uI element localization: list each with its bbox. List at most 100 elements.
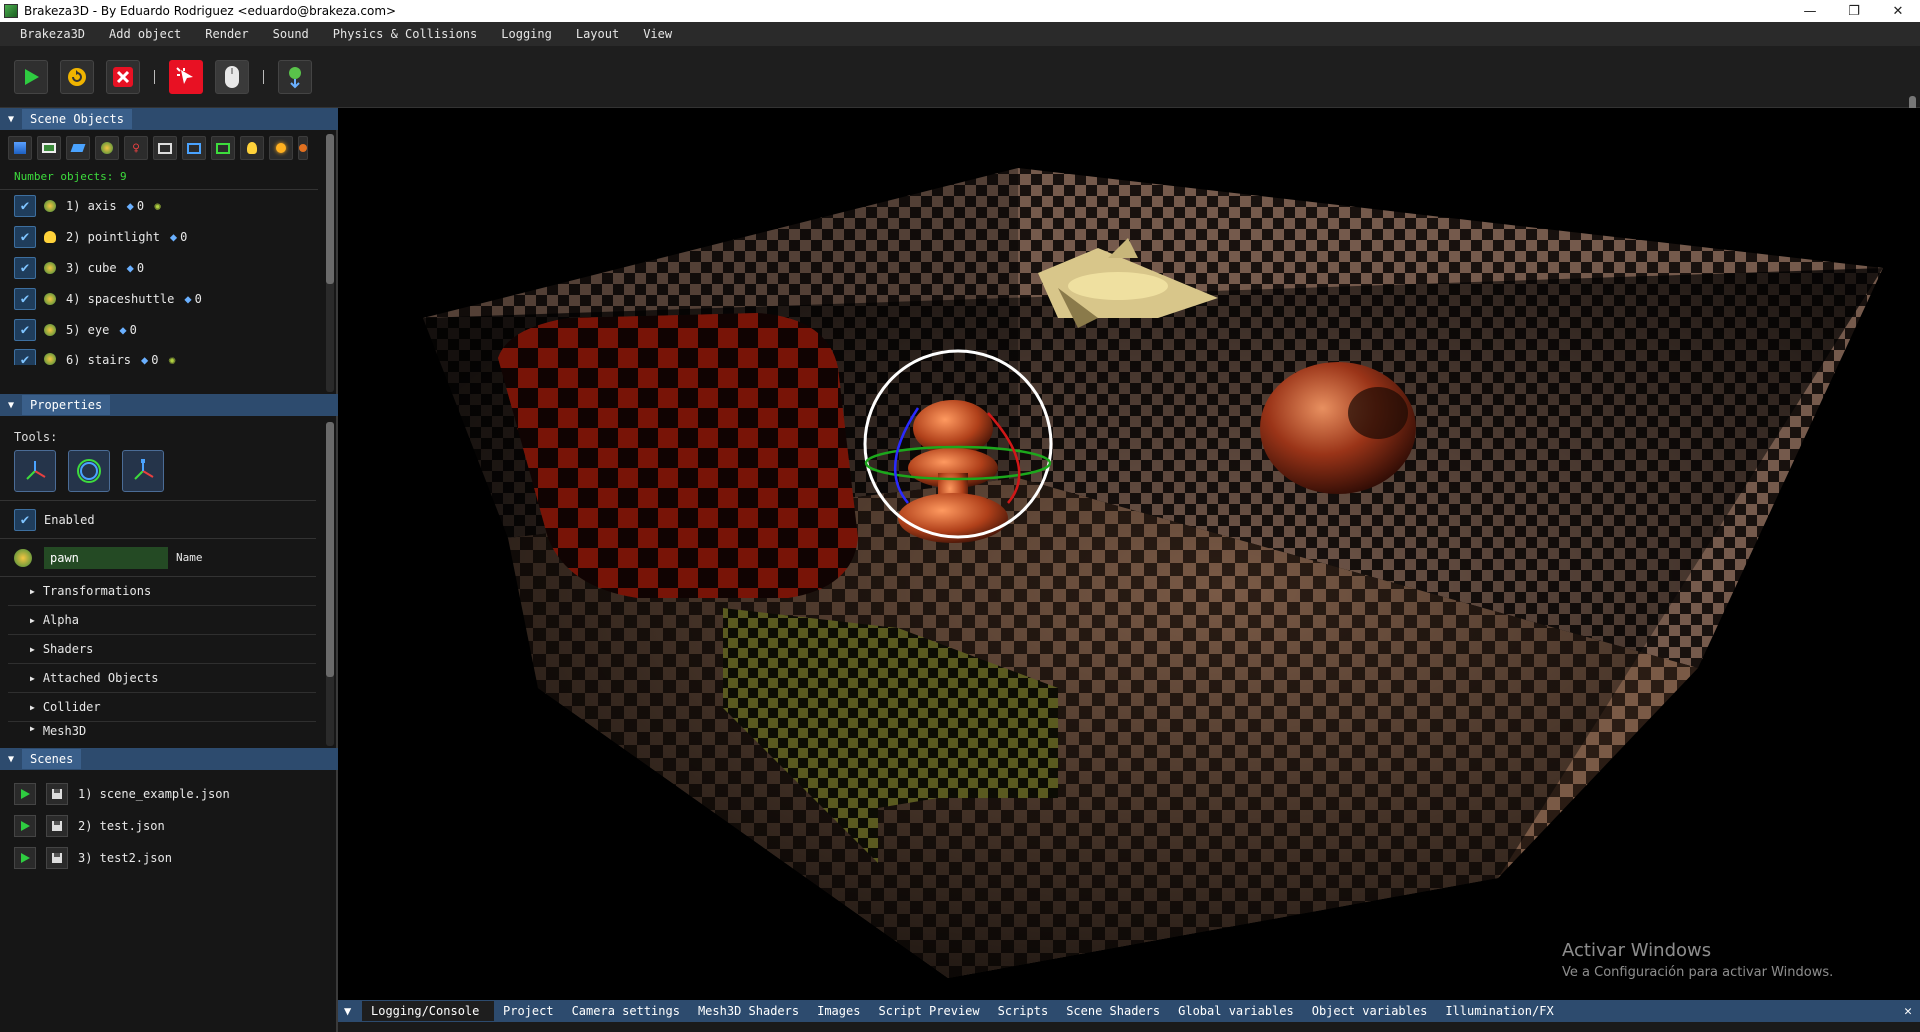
collapse-arrow-icon[interactable]: ▼: [0, 754, 22, 765]
list-item: 2) test.json: [0, 810, 338, 842]
enabled-checkbox[interactable]: ✔: [14, 508, 36, 531]
minimize-button[interactable]: —: [1788, 0, 1832, 22]
object3d-icon[interactable]: [95, 136, 119, 160]
tree-item-alpha[interactable]: ▶ Alpha: [8, 606, 316, 635]
tab-camera-settings[interactable]: Camera settings: [563, 1001, 689, 1021]
menu-physics-collisions[interactable]: Physics & Collisions: [321, 27, 490, 41]
lightbulb-icon[interactable]: [240, 136, 264, 160]
select-object-button[interactable]: [169, 59, 203, 94]
play-button[interactable]: [14, 59, 48, 94]
tab-properties[interactable]: Properties: [22, 395, 111, 415]
mesh-icon[interactable]: [8, 136, 32, 160]
script-icon: ◆: [169, 229, 178, 244]
stop-button[interactable]: [106, 59, 140, 94]
scrollbar-thumb[interactable]: [326, 134, 334, 284]
gravity-button[interactable]: [278, 59, 312, 94]
screen-icon[interactable]: [211, 136, 235, 160]
layer-icon[interactable]: [66, 136, 90, 160]
section-label: Attached Objects: [42, 671, 159, 685]
properties-scrollbar[interactable]: [326, 422, 334, 746]
more-icon[interactable]: [298, 136, 308, 160]
load-scene-button[interactable]: [14, 815, 36, 837]
mouse-look-button[interactable]: [215, 59, 249, 94]
visible-checkbox[interactable]: ✔: [14, 349, 36, 365]
collapse-arrow-icon[interactable]: ▼: [0, 400, 22, 411]
visible-checkbox[interactable]: ✔: [14, 318, 36, 341]
visible-checkbox[interactable]: ✔: [14, 256, 36, 279]
expand-arrow-icon: ▶: [30, 644, 35, 654]
properties-header: ▼ Properties: [0, 394, 338, 416]
load-scene-button[interactable]: [14, 847, 36, 869]
tab-script-preview[interactable]: Script Preview: [869, 1001, 988, 1021]
tab-scene-objects[interactable]: Scene Objects: [22, 109, 132, 129]
window-icon[interactable]: [153, 136, 177, 160]
tab-mesh3d-shaders[interactable]: Mesh3D Shaders: [689, 1001, 808, 1021]
close-window-button[interactable]: ✕: [1876, 0, 1920, 22]
tab-scripts[interactable]: Scripts: [989, 1001, 1058, 1021]
menu-layout[interactable]: Layout: [564, 27, 631, 41]
list-item[interactable]: ✔ 4) spaceshuttle ◆ 0: [0, 283, 338, 314]
save-scene-button[interactable]: [46, 847, 68, 869]
tab-project[interactable]: Project: [494, 1001, 563, 1021]
tree-item-shaders[interactable]: ▶ Shaders: [8, 635, 316, 664]
toolbar-separator: [154, 69, 155, 84]
reload-button[interactable]: [60, 59, 94, 94]
visible-checkbox[interactable]: ✔: [14, 287, 36, 310]
tab-scenes[interactable]: Scenes: [22, 749, 82, 769]
tree-item-mesh3d[interactable]: ▶ Mesh3D: [8, 722, 316, 736]
object-label: 1) axis: [66, 198, 117, 213]
3d-viewport[interactable]: [338, 108, 1920, 1000]
tab-global-variables[interactable]: Global variables: [1169, 1001, 1303, 1021]
tools-label: Tools:: [14, 430, 58, 444]
object3d-icon: [14, 548, 32, 567]
tree-item-collider[interactable]: ▶ Collider: [8, 693, 316, 722]
tree-item-attached-objects[interactable]: ▶ Attached Objects: [8, 664, 316, 693]
tab-images[interactable]: Images: [808, 1001, 869, 1021]
scale-tool-button[interactable]: [122, 450, 164, 492]
menu-add-object[interactable]: Add object: [97, 27, 193, 41]
load-scene-button[interactable]: [14, 783, 36, 805]
save-scene-button[interactable]: [46, 783, 68, 805]
expand-arrow-icon: ▶: [30, 615, 35, 625]
name-input[interactable]: pawn: [44, 546, 168, 569]
billboard-icon[interactable]: [182, 136, 206, 160]
rotate-tool-button[interactable]: [68, 450, 110, 492]
visible-checkbox[interactable]: ✔: [14, 194, 36, 217]
menu-render[interactable]: Render: [193, 27, 260, 41]
object3d-icon: [44, 292, 56, 305]
tree-item-transformations[interactable]: ▶ Transformations: [8, 577, 316, 606]
image2d-icon[interactable]: [37, 136, 61, 160]
person-icon[interactable]: ♀: [124, 136, 148, 160]
list-item[interactable]: ✔ 2) pointlight ◆ 0: [0, 221, 338, 252]
save-scene-button[interactable]: [46, 815, 68, 837]
list-item[interactable]: ✔ 6) stairs ◆ 0 ✺: [0, 345, 338, 365]
object3d-icon: [44, 199, 56, 212]
menu-logging[interactable]: Logging: [489, 27, 564, 41]
tab-logging-console[interactable]: Logging/Console: [362, 1001, 494, 1021]
list-item[interactable]: ✔ 3) cube ◆ 0: [0, 252, 338, 283]
close-icon[interactable]: ✕: [1904, 1004, 1912, 1019]
tab-scene-shaders[interactable]: Scene Shaders: [1057, 1001, 1169, 1021]
translate-tool-button[interactable]: [14, 450, 56, 492]
menu-brakeza3d[interactable]: Brakeza3D: [0, 27, 97, 41]
lightbulb-icon: [44, 230, 56, 243]
scrollbar-thumb[interactable]: [326, 422, 334, 677]
collapse-arrow-icon[interactable]: ▼: [0, 114, 22, 125]
watermark-title: Activar Windows: [1562, 940, 1712, 961]
spotlight-icon[interactable]: [269, 136, 293, 160]
scene-render: [423, 168, 1883, 978]
enabled-label: Enabled: [44, 512, 95, 527]
tab-illumination-fx[interactable]: Illumination/FX: [1436, 1001, 1562, 1021]
collapse-arrow-icon[interactable]: ▼: [338, 1001, 362, 1021]
menu-view[interactable]: View: [631, 27, 684, 41]
script-icon: ◆: [126, 198, 134, 213]
maximize-button[interactable]: ❐: [1832, 0, 1876, 22]
visible-checkbox[interactable]: ✔: [14, 225, 36, 248]
list-item[interactable]: ✔ 5) eye ◆ 0: [0, 314, 338, 345]
tab-object-variables[interactable]: Object variables: [1303, 1001, 1437, 1021]
scene-objects-scrollbar[interactable]: [326, 134, 334, 392]
menu-sound[interactable]: Sound: [261, 27, 321, 41]
scale-icon: [134, 459, 154, 480]
title-bar: Brakeza3D - By Eduardo Rodriguez <eduard…: [0, 0, 1920, 22]
list-item[interactable]: ✔ 1) axis ◆ 0 ✺: [0, 190, 338, 221]
